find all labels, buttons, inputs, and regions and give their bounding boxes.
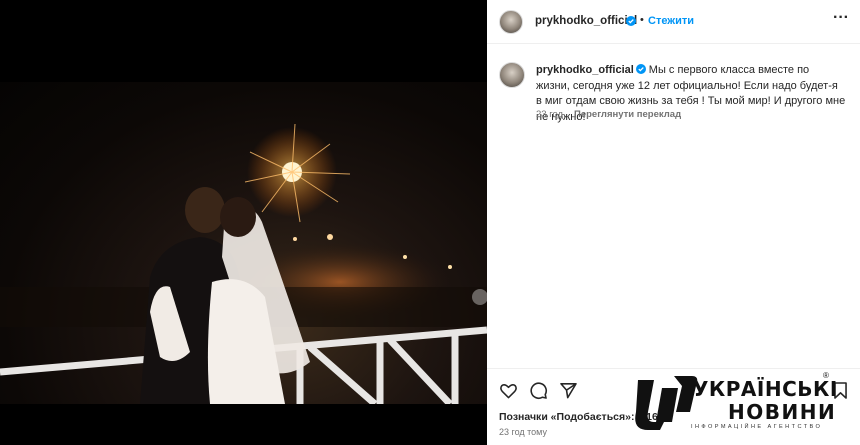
caption-avatar[interactable]	[499, 62, 525, 88]
send-icon[interactable]	[559, 381, 578, 400]
heart-icon[interactable]	[499, 381, 518, 400]
post-timestamp: 23 год тому	[499, 427, 547, 437]
watermark-line1: УКРАЇНСЬКІ	[693, 377, 838, 401]
verified-badge-icon	[635, 64, 646, 74]
separator-dot: •	[640, 14, 644, 26]
comment-icon[interactable]	[529, 381, 548, 400]
author-avatar[interactable]	[499, 10, 523, 34]
watermark-line2: НОВИНИ	[728, 400, 837, 424]
author-username[interactable]: prykhodko_official	[535, 15, 637, 27]
photo-illustration	[0, 123, 487, 404]
caption-username[interactable]: prykhodko_official	[536, 64, 634, 76]
more-options-icon[interactable]: ···	[833, 10, 849, 31]
caption-age[interactable]: 23 год.	[536, 109, 566, 120]
watermark-registered: ®	[823, 371, 829, 380]
post-header: prykhodko_official • Стежити ···	[487, 0, 860, 44]
wedding-photo	[0, 82, 487, 404]
post-media[interactable]	[0, 0, 487, 445]
follow-button[interactable]: Стежити	[648, 15, 694, 27]
see-translation-button[interactable]: Переглянути переклад	[574, 109, 681, 120]
verified-badge-icon	[626, 16, 636, 26]
watermark-subtitle: ІНФОРМАЦІЙНЕ АГЕНТСТВО	[691, 424, 823, 430]
